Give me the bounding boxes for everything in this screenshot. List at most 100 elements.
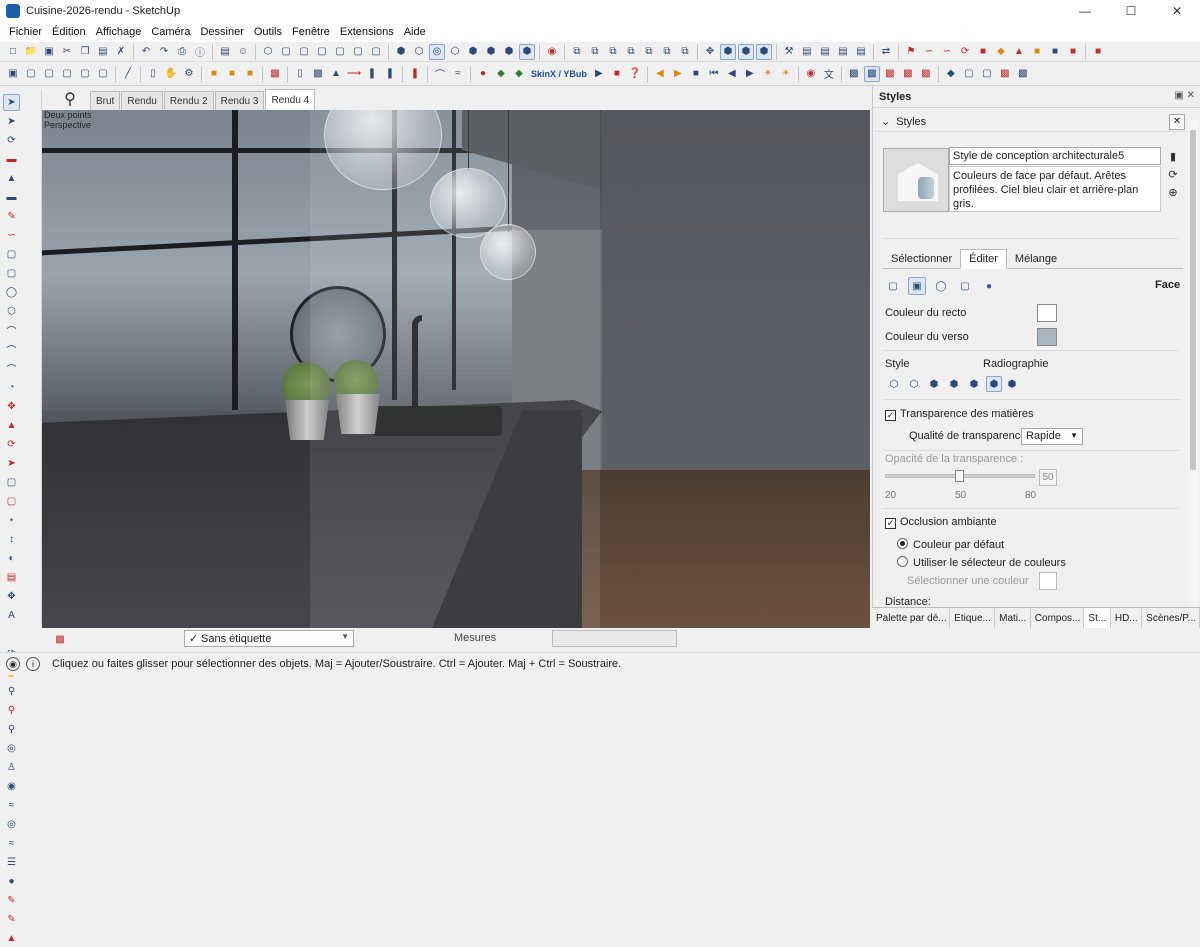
box-icon-5[interactable]: ▢ (95, 66, 111, 82)
left-view-icon[interactable]: ▢ (350, 44, 366, 60)
opacity-value[interactable]: 50 (1039, 469, 1057, 486)
cone-icon[interactable]: ▲ (328, 66, 344, 82)
followme-icon[interactable]: ➤ (3, 455, 20, 472)
component-icon-4[interactable]: ⧉ (623, 44, 639, 60)
tab-styles[interactable]: St... (1084, 608, 1111, 628)
color-picker-radio[interactable]: Utiliser le sélecteur de couleurs (897, 556, 1066, 569)
style-mono-icon[interactable]: ⬢ (966, 376, 982, 392)
geo-icon[interactable]: ◎ (3, 816, 20, 833)
model-info-icon[interactable]: ⓘ (192, 44, 208, 60)
style-active-icon[interactable]: ⬢ (986, 376, 1002, 392)
box-icon-4[interactable]: ▢ (77, 66, 93, 82)
section-icon[interactable]: ⬢ (720, 43, 736, 60)
front-view-icon[interactable]: ▢ (296, 44, 312, 60)
rectangle-icon[interactable]: ▢ (3, 246, 20, 263)
top-view-icon[interactable]: ▢ (278, 44, 294, 60)
color-wheel-icon[interactable]: ◉ (803, 66, 819, 82)
redo-icon[interactable]: ↷ (156, 44, 172, 60)
menu-dessiner[interactable]: Dessiner (195, 26, 248, 38)
arc-tool-icon[interactable]: ⌒ (3, 322, 20, 339)
back-view-icon[interactable]: ▢ (332, 44, 348, 60)
bottom-view-icon[interactable]: ▢ (368, 44, 384, 60)
yellow-box-icon-3[interactable]: ■ (242, 66, 258, 82)
tab-composants[interactable]: Compos... (1031, 608, 1085, 628)
component-icon-6[interactable]: ⧉ (659, 44, 675, 60)
arc2-icon[interactable]: ⌒ (3, 341, 20, 358)
pen-red2-icon[interactable]: ✎ (3, 911, 20, 928)
stack-icon[interactable]: ☰ (3, 854, 20, 871)
paint-icon[interactable]: ▲ (3, 170, 20, 187)
media-back-icon[interactable]: ◀ (652, 66, 668, 82)
layer-icon-5[interactable]: ▩ (918, 66, 934, 82)
component-icon-2[interactable]: ⧉ (587, 44, 603, 60)
radio-empty-icon[interactable] (897, 556, 908, 567)
background-settings-icon[interactable]: ◯ (932, 277, 950, 295)
geo-location-icon[interactable]: ◉ (6, 657, 20, 671)
transparency-quality-select[interactable]: Rapide ▼ (1021, 428, 1083, 445)
copy-icon[interactable]: ❐ (77, 44, 93, 60)
skinx-label[interactable]: SkinX / YBub (531, 69, 587, 79)
checkbox-checked-icon[interactable]: ✓ (885, 518, 896, 529)
save-icon[interactable]: ▣ (41, 44, 57, 60)
camera-icon[interactable]: ▣ (5, 66, 21, 82)
arc3-icon[interactable]: ⌒ (3, 360, 20, 377)
rotated-rect-icon[interactable]: ▢ (3, 265, 20, 282)
tab-melange[interactable]: Mélange (1007, 249, 1065, 269)
tool-icon-d[interactable]: ▤ (835, 44, 851, 60)
warehouse-icon[interactable]: ◉ (544, 44, 560, 60)
media-next-icon[interactable]: ▶ (742, 66, 758, 82)
minimize-button[interactable]: — (1062, 0, 1108, 22)
open-file-icon[interactable]: 📁 (23, 44, 39, 60)
layer-icon-1[interactable]: ▩ (846, 66, 862, 82)
shield-icon[interactable]: ● (475, 66, 491, 82)
bars-red-icon[interactable]: ❚ (407, 66, 423, 82)
arrow-red-icon[interactable]: ⟶ (346, 66, 362, 82)
menu-fenetre[interactable]: Fenêtre (287, 26, 335, 38)
style-name-input[interactable]: Style de conception architecturale5 (949, 147, 1161, 165)
shape-icon-1[interactable]: ▲ (1011, 44, 1027, 60)
erase-icon[interactable]: ✗ (113, 44, 129, 60)
layer-icon-4[interactable]: ▩ (900, 66, 916, 82)
shaded-icon[interactable]: ⬢ (465, 44, 481, 60)
component-icon-7[interactable]: ⧉ (677, 44, 693, 60)
shape-icon-4[interactable]: ■ (1065, 44, 1081, 60)
gem-icon[interactable]: ◆ (993, 44, 1009, 60)
bars-icon-2[interactable]: ❚ (382, 66, 398, 82)
polygon-icon[interactable]: ⬡ (3, 303, 20, 320)
tool-icon-c[interactable]: ▤ (817, 44, 833, 60)
front-color-swatch[interactable] (1037, 304, 1057, 322)
zoom-extents-icon[interactable]: ⚲ (3, 721, 20, 738)
rotate-icon[interactable]: ⟳ (957, 44, 973, 60)
tool-icon-b[interactable]: ▤ (799, 44, 815, 60)
circle-icon[interactable]: ◯ (3, 284, 20, 301)
3d-text-icon[interactable]: A (3, 607, 20, 624)
modeling-settings-icon[interactable]: ● (980, 277, 998, 295)
panel-scrollbar[interactable] (1188, 120, 1198, 610)
menu-edition[interactable]: Édition (47, 26, 91, 38)
save-style-icon[interactable]: ▮ (1166, 150, 1180, 164)
cube-icon[interactable]: ▢ (961, 66, 977, 82)
search-icon[interactable]: ⚲ (50, 88, 90, 110)
sandbox-icon[interactable]: ≈ (3, 797, 20, 814)
tab-rendu-3[interactable]: Rendu 3 (214, 91, 265, 110)
radio-selected-icon[interactable] (897, 538, 908, 549)
arc-icon[interactable]: ⌒ (432, 66, 448, 82)
iso-view-icon[interactable]: ⬡ (260, 44, 276, 60)
look-around-icon[interactable]: ◉ (3, 778, 20, 795)
chevron-down-icon[interactable]: ⌄ (881, 115, 890, 128)
cube-red-icon[interactable]: ■ (975, 44, 991, 60)
select-alt-icon[interactable]: ➤ (3, 113, 20, 130)
tool-icon-a[interactable]: ⚒ (781, 44, 797, 60)
pan-icon[interactable]: ✋ (163, 66, 179, 82)
axes-icon[interactable]: ✥ (702, 44, 718, 60)
tab-rendu-2[interactable]: Rendu 2 (163, 91, 214, 110)
box-icon-2[interactable]: ▢ (41, 66, 57, 82)
box-icon-3[interactable]: ▢ (59, 66, 75, 82)
styles-section-header[interactable]: ⌄ Styles ✕ (875, 112, 1189, 132)
info-icon[interactable]: i (26, 657, 40, 671)
users-icon[interactable]: ☺ (235, 44, 251, 60)
hidden-line-icon[interactable]: ⬡ (447, 44, 463, 60)
eraser-alt-icon[interactable]: ▬ (3, 189, 20, 206)
dimension-icon[interactable]: ↕ (3, 531, 20, 548)
tag-select[interactable]: ✓ Sans étiquette ▼ (184, 630, 354, 647)
